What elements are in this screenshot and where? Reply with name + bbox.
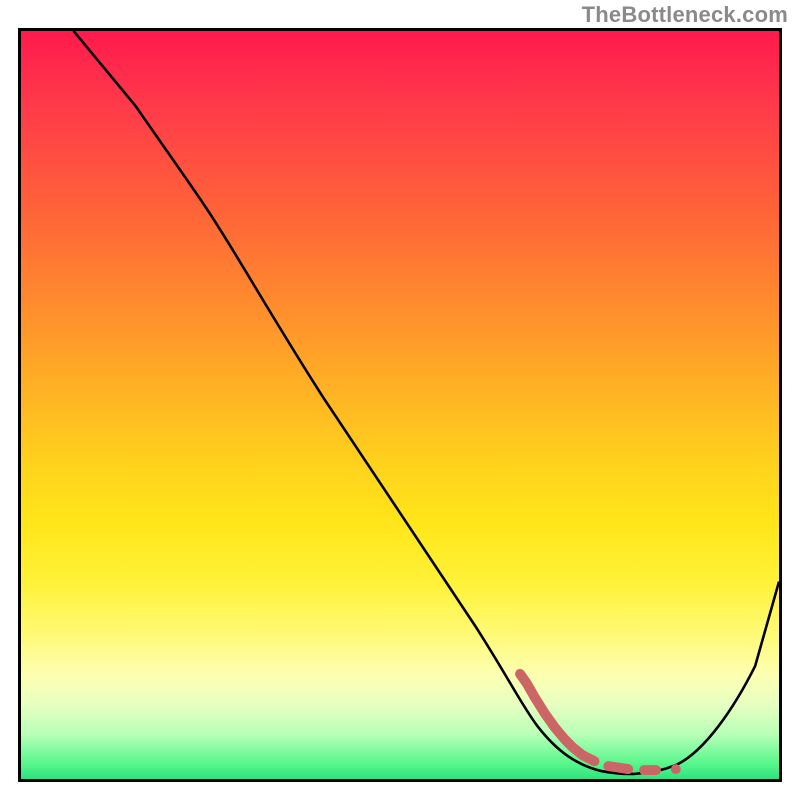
- chart-overlay: [21, 31, 779, 779]
- highlight-dots: [608, 764, 680, 774]
- plot-frame: [18, 28, 782, 782]
- chart-container: TheBottleneck.com: [0, 0, 800, 800]
- curve-line: [74, 31, 779, 774]
- watermark-text: TheBottleneck.com: [582, 2, 788, 28]
